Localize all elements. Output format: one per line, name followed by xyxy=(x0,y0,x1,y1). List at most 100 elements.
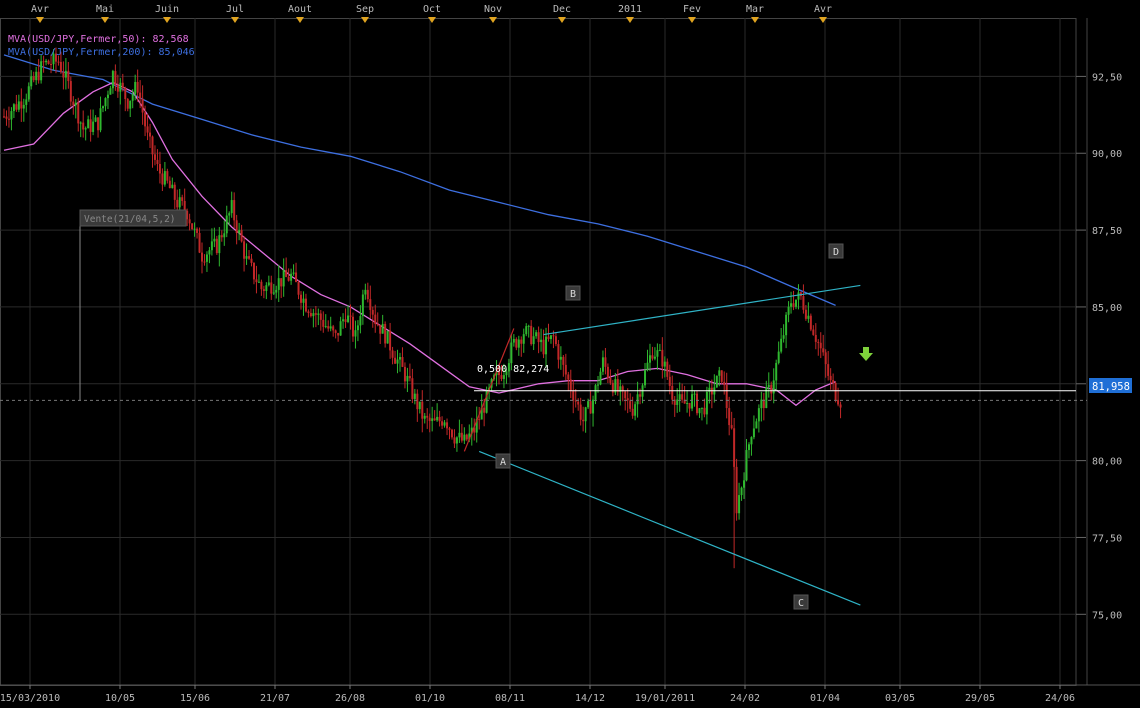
candle-body xyxy=(502,375,505,379)
candle-body xyxy=(265,285,268,291)
last-price-value: 81,958 xyxy=(1092,381,1130,393)
candle-body xyxy=(292,272,295,274)
candle-body xyxy=(455,437,458,444)
month-label: Avr xyxy=(31,4,49,15)
candle-body xyxy=(418,401,421,410)
point-label-a[interactable]: A xyxy=(495,453,511,469)
month-marker-icon xyxy=(361,17,369,23)
candle-body xyxy=(374,314,377,325)
candle-body xyxy=(17,101,20,110)
x-tick-label: 15/03/2010 xyxy=(0,693,60,704)
candle-body xyxy=(252,262,255,280)
candle-body xyxy=(569,379,572,391)
candle-body xyxy=(545,336,548,355)
candle-body xyxy=(624,391,627,399)
candle-body xyxy=(463,434,466,441)
candle-body xyxy=(136,81,139,93)
candle-body xyxy=(153,154,156,160)
x-tick-label: 24/06 xyxy=(1045,693,1075,704)
candle-body xyxy=(540,339,543,343)
month-label: Avr xyxy=(814,4,832,15)
candle-body xyxy=(30,76,33,87)
candle-body xyxy=(203,261,206,263)
candle-body xyxy=(201,252,203,262)
candle-body xyxy=(139,92,142,99)
candle-body xyxy=(337,332,340,336)
candle-body xyxy=(478,419,481,421)
candle-body xyxy=(376,324,379,326)
month-marker-icon xyxy=(231,17,239,23)
candle-body xyxy=(280,278,283,287)
candle-body xyxy=(250,258,253,263)
candle-body xyxy=(681,394,684,400)
month-marker-icon xyxy=(688,17,696,23)
candle-body xyxy=(725,384,728,409)
price-axis[interactable]: 92,5090,0087,5085,0082,5080,0077,5075,00 xyxy=(1076,72,1122,621)
candle-body xyxy=(364,289,367,295)
channel-lower-line[interactable] xyxy=(478,450,861,606)
candle-body xyxy=(379,324,382,334)
candle-body xyxy=(173,184,176,200)
candle-body xyxy=(691,394,694,409)
month-label: Jul xyxy=(226,4,244,15)
month-marker-icon xyxy=(36,17,44,23)
vente-label[interactable]: Vente(21/04,5,2) xyxy=(79,209,187,227)
legend-ma200: MVA(USD/JPY,Fermer,200): 85,046 xyxy=(8,47,195,58)
candle-body xyxy=(255,279,258,283)
point-label-d[interactable]: D xyxy=(828,243,844,259)
candle-body xyxy=(755,421,758,429)
candle-body xyxy=(438,416,441,422)
candle-body xyxy=(740,487,743,496)
candle-body xyxy=(309,312,312,317)
candle-body xyxy=(5,116,8,119)
candle-body xyxy=(594,385,597,400)
candle-body xyxy=(443,422,446,426)
x-tick-label: 26/08 xyxy=(335,693,365,704)
red-trend-line[interactable] xyxy=(463,328,515,452)
candle-body xyxy=(134,81,137,95)
candle-body xyxy=(42,61,45,63)
point-label-c[interactable]: C xyxy=(793,594,809,610)
candle-body xyxy=(819,342,822,349)
candle-body xyxy=(384,323,387,344)
candle-body xyxy=(354,330,357,337)
drawing-overlays[interactable] xyxy=(0,226,1087,606)
candle-body xyxy=(394,357,397,364)
candle-body xyxy=(339,321,342,336)
y-tick-label: 77,50 xyxy=(1092,533,1122,544)
date-axis[interactable]: 15/03/2010 10/05 15/06 21/07 26/08 01/10 08/11… xyxy=(0,684,1140,704)
candle-body xyxy=(587,401,590,408)
candle-body xyxy=(277,278,280,290)
candle-body xyxy=(723,381,726,385)
candle-body xyxy=(126,98,129,109)
candle-body xyxy=(403,366,406,382)
candle-body xyxy=(12,104,15,112)
candle-body xyxy=(564,364,567,375)
candle-body xyxy=(72,101,75,106)
x-tick-label: 01/04 xyxy=(810,693,840,704)
candle-body xyxy=(629,400,632,409)
candle-body xyxy=(235,220,238,233)
candle-body xyxy=(124,87,127,99)
candle-body xyxy=(433,418,436,421)
candle-body xyxy=(178,197,181,208)
candle-body xyxy=(233,200,236,221)
candle-body xyxy=(168,180,171,189)
point-label-b[interactable]: B xyxy=(565,285,581,301)
candle-body xyxy=(604,357,607,367)
x-tick-label: 14/12 xyxy=(575,693,605,704)
candle-body xyxy=(59,61,62,73)
candle-body xyxy=(260,281,263,290)
candle-body xyxy=(688,402,691,409)
candle-body xyxy=(606,366,609,378)
candle-body xyxy=(267,282,270,286)
month-marker-icon xyxy=(428,17,436,23)
x-tick-label: 19/01/2011 xyxy=(635,693,695,704)
candle-body xyxy=(329,326,332,329)
candle-body xyxy=(208,250,211,255)
candle-body xyxy=(287,276,290,281)
candle-body xyxy=(248,256,251,259)
candle-body xyxy=(676,399,679,405)
candle-body xyxy=(408,375,411,379)
price-chart[interactable]: Avr Mai Juin Jul Aout Sep Oct Nov Dec 2011 Fev Mar A… xyxy=(0,0,1140,708)
